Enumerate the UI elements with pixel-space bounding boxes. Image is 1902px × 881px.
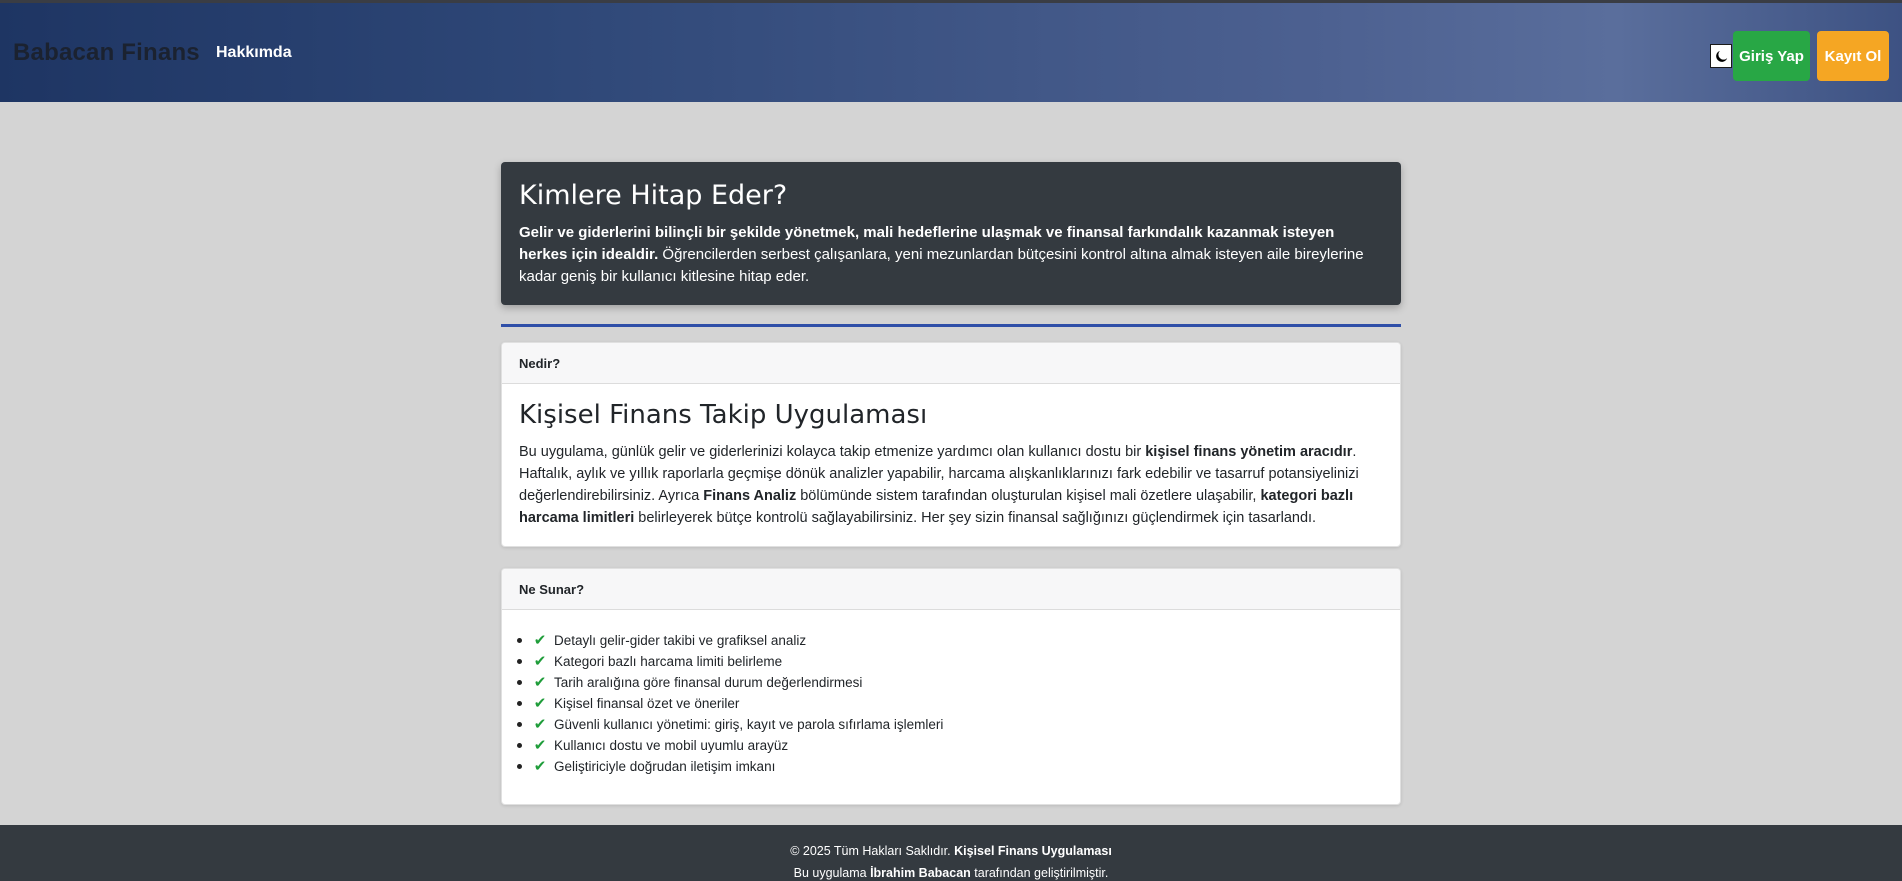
desc-bold-2: Finans Analiz [703, 488, 797, 504]
desc-part-3: bölümünde sistem tarafından oluşturulan … [796, 488, 1261, 504]
footer-author: İbrahim Babacan [870, 866, 971, 880]
section-divider [501, 324, 1401, 327]
footer-credit-suffix: tarafından geliştirilmiştir. [970, 866, 1109, 880]
check-icon: ✔ [533, 674, 547, 691]
list-item: ✔ Detaylı gelir-gider takibi ve grafiksel… [517, 630, 1400, 651]
list-item: ✔ Kategori bazlı harcama limiti belirleme [517, 651, 1400, 672]
list-item: ✔ Kullanıcı dostu ve mobil uyumlu arayüz [517, 735, 1400, 756]
check-icon: ✔ [533, 758, 547, 775]
list-item: ✔ Tarih aralığına göre finansal durum değ… [517, 672, 1400, 693]
desc-part-1: Bu uygulama, günlük gelir ve giderlerini… [519, 444, 1146, 460]
features-list: ✔ Detaylı gelir-gider takibi ve grafiksel… [502, 610, 1400, 777]
footer-copyright: © 2025 Tüm Hakları Saklıdır. Kişisel Fin… [0, 840, 1902, 862]
feature-text: Geliştiriciyle doğrudan iletişim imkanı [554, 759, 776, 774]
desc-part-4: belirleyerek bütçe kontrolü sağlayabilir… [634, 510, 1317, 526]
features-header: Ne Sunar? [502, 569, 1400, 610]
audience-section: Kimlere Hitap Eder? Gelir ve giderlerini… [501, 162, 1401, 305]
footer-credit-prefix: Bu uygulama [793, 866, 871, 880]
list-item: ✔ Güvenli kullanıcı yönetimi: giriş, kayı… [517, 714, 1400, 735]
theme-toggle-button[interactable] [1710, 44, 1732, 68]
feature-text: Güvenli kullanıcı yönetimi: giriş, kayıt… [554, 717, 944, 732]
nav-link-about[interactable]: Hakkımda [216, 44, 292, 62]
check-icon: ✔ [533, 695, 547, 712]
check-icon: ✔ [533, 632, 547, 649]
footer-app-name: Kişisel Finans Uygulaması [954, 844, 1112, 858]
check-icon: ✔ [533, 653, 547, 670]
moon-icon [1715, 50, 1727, 62]
check-icon: ✔ [533, 716, 547, 733]
register-button[interactable]: Kayıt Ol [1817, 31, 1889, 81]
feature-text: Detaylı gelir-gider takibi ve grafiksel … [554, 633, 807, 648]
brand-logo[interactable]: Babacan Finans [13, 39, 200, 67]
list-item: ✔ Kişisel finansal özet ve öneriler [517, 693, 1400, 714]
check-icon: ✔ [533, 737, 547, 754]
what-is-card: Nedir? Kişisel Finans Takip Uygulaması B… [501, 342, 1401, 547]
audience-text: Gelir ve giderlerini bilinçli bir şekild… [519, 222, 1383, 288]
feature-text: Tarih aralığına göre finansal durum değe… [554, 675, 863, 690]
desc-bold-1: kişisel finans yönetim aracıdır [1145, 444, 1353, 460]
login-button[interactable]: Giriş Yap [1733, 31, 1810, 81]
navbar: Babacan Finans Hakkımda Giriş Yap Kayıt … [0, 3, 1902, 102]
what-is-header: Nedir? [502, 343, 1400, 384]
feature-text: Kullanıcı dostu ve mobil uyumlu arayüz [554, 738, 789, 753]
footer-copyright-text: © 2025 Tüm Hakları Saklıdır. [790, 844, 955, 858]
feature-text: Kişisel finansal özet ve öneriler [554, 696, 740, 711]
footer: © 2025 Tüm Hakları Saklıdır. Kişisel Fin… [0, 825, 1902, 881]
footer-credit: Bu uygulama İbrahim Babacan tarafından g… [0, 862, 1902, 881]
what-is-description: Bu uygulama, günlük gelir ve giderlerini… [519, 441, 1383, 529]
feature-text: Kategori bazlı harcama limiti belirleme [554, 654, 783, 669]
audience-title: Kimlere Hitap Eder? [519, 180, 788, 211]
what-is-title: Kişisel Finans Takip Uygulaması [519, 400, 928, 430]
features-card: Ne Sunar? ✔ Detaylı gelir-gider takibi ve… [501, 568, 1401, 805]
list-item: ✔ Geliştiriciyle doğrudan iletişim imkanı [517, 756, 1400, 777]
